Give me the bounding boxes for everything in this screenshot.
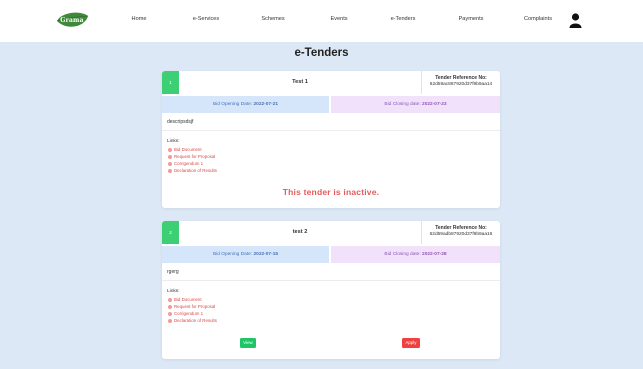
bid-opening-value: 2022-07-15 bbox=[253, 252, 279, 257]
nav-schemes[interactable]: Schemes bbox=[261, 16, 284, 22]
tender-reference-value: 62d59ac887920d37f9b9aa14 bbox=[429, 81, 493, 87]
nav-home[interactable]: Home bbox=[132, 16, 147, 22]
bid-closing-date: Bid Closing date: 2022-07-28 bbox=[331, 246, 500, 263]
bid-closing-value: 2022-07-23 bbox=[422, 102, 447, 107]
user-profile-icon[interactable] bbox=[569, 13, 582, 28]
link-list: Bid Document Request for Proposal Corrig… bbox=[167, 296, 497, 324]
bullet-dot-icon bbox=[168, 318, 172, 323]
tender-card: 1 Test 1 Tender Reference No: 62d59ac887… bbox=[162, 71, 500, 208]
tender-title: test 2 bbox=[292, 229, 308, 235]
bid-closing-label: Bid Closing date: bbox=[384, 102, 421, 107]
bullet-dot-icon bbox=[168, 154, 172, 159]
link-list: Bid Document Request for Proposal Corrig… bbox=[167, 146, 497, 174]
bid-opening-label: Bid Opening Date: bbox=[212, 102, 253, 107]
page-title: e-Tenders bbox=[294, 47, 349, 59]
link-request-for-proposal[interactable]: Request for Proposal bbox=[167, 303, 497, 310]
tender-links: Links: Bid Document Request for Proposal… bbox=[167, 288, 497, 324]
link-declaration-of-results[interactable]: Declaration of Results bbox=[167, 317, 497, 324]
grama-logo[interactable]: Grama bbox=[55, 10, 89, 31]
logo-text: Grama bbox=[60, 17, 84, 24]
bid-opening-date: Bid Opening Date: 2022-07-15 bbox=[162, 246, 329, 263]
nav-events[interactable]: Events bbox=[330, 16, 347, 22]
tender-reference: Tender Reference No: 62d59ac887920d37f9b… bbox=[421, 71, 500, 94]
link-corrigendum[interactable]: Corrigendum 1 bbox=[167, 160, 497, 167]
tender-links: Links: Bid Document Request for Proposal… bbox=[167, 138, 497, 174]
view-button[interactable]: View bbox=[240, 338, 256, 348]
bid-closing-value: 2022-07-28 bbox=[422, 252, 447, 257]
link-request-for-proposal[interactable]: Request for Proposal bbox=[167, 153, 497, 160]
tender-inactive-message: This tender is inactive. bbox=[282, 187, 380, 197]
tender-description: descripsdsjf bbox=[162, 114, 500, 131]
bid-opening-date: Bid Opening Date: 2022-07-21 bbox=[162, 96, 329, 113]
nav-e-services[interactable]: e-Services bbox=[193, 16, 219, 22]
tender-card: 2 test 2 Tender Reference No: 62d59adb87… bbox=[162, 221, 500, 359]
links-label: Links: bbox=[167, 139, 180, 144]
bullet-dot-icon bbox=[168, 297, 172, 302]
nav-complaints[interactable]: Complaints bbox=[524, 16, 552, 22]
bullet-dot-icon bbox=[168, 311, 172, 316]
bid-closing-date: Bid Closing date: 2022-07-23 bbox=[331, 96, 500, 113]
tender-title: Test 1 bbox=[292, 79, 308, 85]
tender-dates: Bid Opening Date: 2022-07-15 Bid Closing… bbox=[162, 246, 500, 263]
link-declaration-of-results[interactable]: Declaration of Results bbox=[167, 167, 497, 174]
tender-description: rgerg bbox=[162, 264, 500, 281]
tender-reference: Tender Reference No: 62d59adb87920d37f9b… bbox=[421, 221, 500, 244]
tender-dates: Bid Opening Date: 2022-07-21 Bid Closing… bbox=[162, 96, 500, 113]
tender-number-badge: 1 bbox=[162, 71, 179, 94]
links-label: Links: bbox=[167, 289, 180, 294]
tender-card-header: 2 test 2 Tender Reference No: 62d59adb87… bbox=[162, 221, 500, 244]
tender-number-badge: 2 bbox=[162, 221, 179, 244]
bullet-dot-icon bbox=[168, 161, 172, 166]
bid-opening-value: 2022-07-21 bbox=[253, 102, 279, 107]
tender-reference-value: 62d59adb87920d37f9b9aa16 bbox=[429, 231, 493, 237]
bid-closing-label: Bid Closing date: bbox=[384, 252, 421, 257]
apply-button[interactable]: Apply bbox=[402, 338, 420, 348]
bullet-dot-icon bbox=[168, 168, 172, 173]
nav-payments[interactable]: Payments bbox=[459, 16, 484, 22]
bid-opening-label: Bid Opening Date: bbox=[212, 252, 253, 257]
link-corrigendum[interactable]: Corrigendum 1 bbox=[167, 310, 497, 317]
top-navbar: Grama Home e-Services Schemes Events e-T… bbox=[0, 0, 643, 42]
bullet-dot-icon bbox=[168, 304, 172, 309]
bullet-dot-icon bbox=[168, 147, 172, 152]
tender-card-header: 1 Test 1 Tender Reference No: 62d59ac887… bbox=[162, 71, 500, 94]
link-bid-document[interactable]: Bid Document bbox=[167, 296, 497, 303]
nav-e-tenders[interactable]: e-Tenders bbox=[391, 16, 416, 22]
link-bid-document[interactable]: Bid Document bbox=[167, 146, 497, 153]
